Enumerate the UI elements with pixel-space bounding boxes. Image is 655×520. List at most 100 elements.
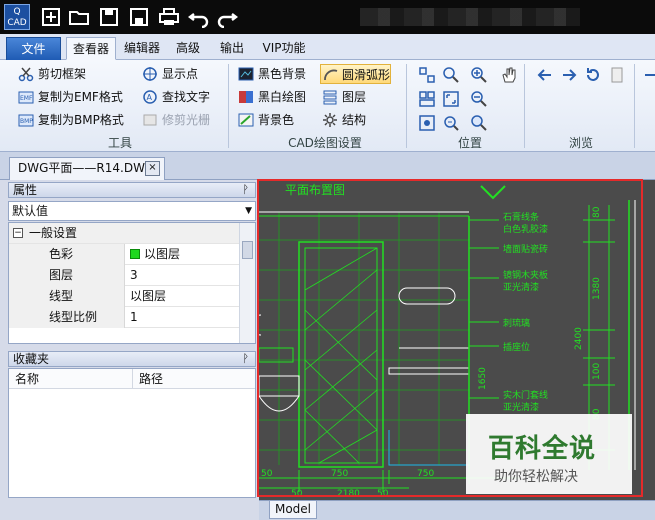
tab-editor[interactable]: 编辑器 [120, 37, 164, 60]
favorites-list: 名称 路径 [8, 368, 256, 498]
dimension-label: 50 [377, 489, 389, 499]
property-value[interactable]: 以图层 [126, 286, 239, 307]
zoom-realtime-icon[interactable] [442, 114, 460, 132]
property-name: 线型比例 [9, 307, 125, 328]
print-icon[interactable] [158, 6, 180, 28]
show-points-button[interactable]: 显示点 [140, 64, 198, 84]
annotation-label: 实木门套线 [503, 389, 548, 401]
tools-group-label: 工具 [107, 136, 132, 150]
property-row[interactable]: 色彩 以图层 [9, 244, 239, 265]
properties-grid: − 一般设置 色彩 以图层 图层 3 线型 以图层 线型比例 1 [8, 222, 256, 344]
close-icon[interactable]: × [145, 161, 160, 176]
zoom-out-icon[interactable] [470, 90, 488, 108]
property-value[interactable]: 1 [126, 307, 239, 328]
tab-file[interactable]: 文件 [6, 37, 61, 60]
drawing-title: 平面布置图 [285, 183, 345, 197]
zoom-in-icon[interactable] [470, 66, 488, 84]
property-name: 色彩 [9, 244, 125, 265]
properties-panel-title: 属性 [13, 183, 38, 197]
redo-icon[interactable] [216, 6, 238, 29]
pin-icon[interactable]: ᚹ [242, 352, 249, 366]
svg-text:A: A [147, 93, 153, 102]
annotation-label: 墙面贴瓷砖 [503, 243, 548, 255]
dimension-label: 1650 [478, 367, 488, 390]
extents-icon[interactable] [418, 90, 436, 108]
structure-button[interactable]: 结构 [320, 110, 366, 130]
column-header-path[interactable]: 路径 [133, 369, 255, 389]
property-row[interactable]: 图层 3 [9, 265, 239, 286]
document-tab[interactable]: DWG平面——R14.DWG × [9, 157, 165, 180]
property-value[interactable]: 3 [126, 265, 239, 286]
save-icon[interactable] [98, 6, 120, 28]
smooth-arc-button[interactable]: 圆滑弧形 [320, 64, 392, 84]
black-background-label: 黑色背景 [258, 67, 307, 81]
clip-frame-button[interactable]: 剪切框架 [16, 64, 86, 84]
property-row[interactable]: 线型 以图层 [9, 286, 239, 307]
property-row[interactable]: 线型比例 1 [9, 307, 239, 328]
watermark-sub-text: 助你轻松解决 [494, 469, 578, 485]
scrollbar-thumb[interactable] [242, 241, 253, 259]
pan-hand-icon[interactable] [500, 66, 518, 84]
annotation-label: 石膏线条 [503, 211, 539, 223]
black-background-button[interactable]: 黑色背景 [236, 64, 306, 84]
properties-preset-select[interactable]: 默认值 ▼ [8, 201, 256, 221]
tab-advanced[interactable]: 高级 [168, 37, 208, 60]
arrow-right-icon[interactable] [560, 66, 578, 84]
pin-icon[interactable]: ᚹ [242, 183, 249, 197]
zoom-options-icon[interactable] [470, 114, 488, 132]
document-tab-bar: DWG平面——R14.DWG × [0, 152, 655, 180]
page-icon[interactable] [608, 66, 626, 84]
zoom-previous-icon[interactable] [418, 114, 436, 132]
app-logo-icon[interactable]: Q CAD [4, 4, 30, 30]
find-text-button[interactable]: A 查找文字 [140, 87, 210, 107]
zoom-fit-icon[interactable] [442, 90, 460, 108]
properties-scrollbar[interactable] [239, 223, 255, 343]
trim-raster-button[interactable]: 修剪光栅 [140, 110, 210, 130]
annotation-label: 插座位 [503, 341, 530, 353]
dimension-label: 80 [592, 206, 602, 218]
column-header-name[interactable]: 名称 [9, 369, 133, 389]
position-group-label: 位置 [457, 136, 482, 150]
arrow-left-icon[interactable] [536, 66, 554, 84]
annotation-label: 亚光清漆 [503, 281, 539, 293]
arrow-more-icon[interactable] [642, 66, 655, 84]
favorites-header-row: 名称 路径 [9, 369, 255, 389]
ribbon-separator [524, 64, 525, 148]
watermark-main-text: 百科全说 [488, 434, 597, 464]
property-group-general[interactable]: − 一般设置 [9, 223, 239, 244]
rotate-icon[interactable] [584, 66, 602, 84]
collapse-icon[interactable]: − [13, 228, 23, 238]
tab-vip[interactable]: VIP功能 [256, 37, 312, 60]
ribbon-separator [406, 64, 407, 148]
app-logo-text-2: CAD [7, 18, 27, 28]
copy-bmp-button[interactable]: BMP 复制为BMP格式 [16, 110, 124, 130]
tab-viewer[interactable]: 查看器 [66, 37, 116, 60]
open-folder-icon[interactable] [68, 6, 90, 28]
dimension-label: 2400 [574, 327, 584, 350]
color-swatch-icon [130, 249, 140, 259]
background-color-label: 背景色 [258, 113, 295, 127]
new-file-icon[interactable] [40, 6, 62, 28]
smooth-arc-icon [324, 69, 338, 81]
cad-settings-group-label: CAD绘图设置 [288, 136, 362, 150]
layers-icon [323, 90, 337, 105]
crosshair-icon [143, 67, 157, 81]
bw-drawing-button[interactable]: 黑白绘图 [236, 87, 306, 107]
trim-raster-label: 修剪光栅 [162, 113, 211, 127]
copy-emf-button[interactable]: EMF 复制为EMF格式 [16, 87, 123, 107]
save-as-icon[interactable] [128, 6, 150, 28]
fit-window-icon[interactable] [418, 66, 436, 84]
background-color-button[interactable]: 背景色 [236, 110, 294, 130]
undo-icon[interactable] [188, 6, 210, 29]
tab-model[interactable]: Model [269, 501, 317, 519]
document-tab-title: DWG平面——R14.DWG [18, 161, 155, 175]
title-bar: Q CAD [0, 0, 655, 34]
browse-group-label: 浏览 [568, 136, 593, 150]
zoom-window-icon[interactable] [442, 66, 460, 84]
layers-button[interactable]: 图层 [320, 87, 366, 107]
dimension-label: 1380 [592, 277, 602, 300]
ribbon: 剪切框架 EMF 复制为EMF格式 BMP 复制为BMP格式 显示点 A 查找文… [0, 60, 655, 152]
tab-output[interactable]: 输出 [212, 37, 252, 60]
property-name: 线型 [9, 286, 125, 307]
property-value[interactable]: 以图层 [126, 244, 239, 265]
